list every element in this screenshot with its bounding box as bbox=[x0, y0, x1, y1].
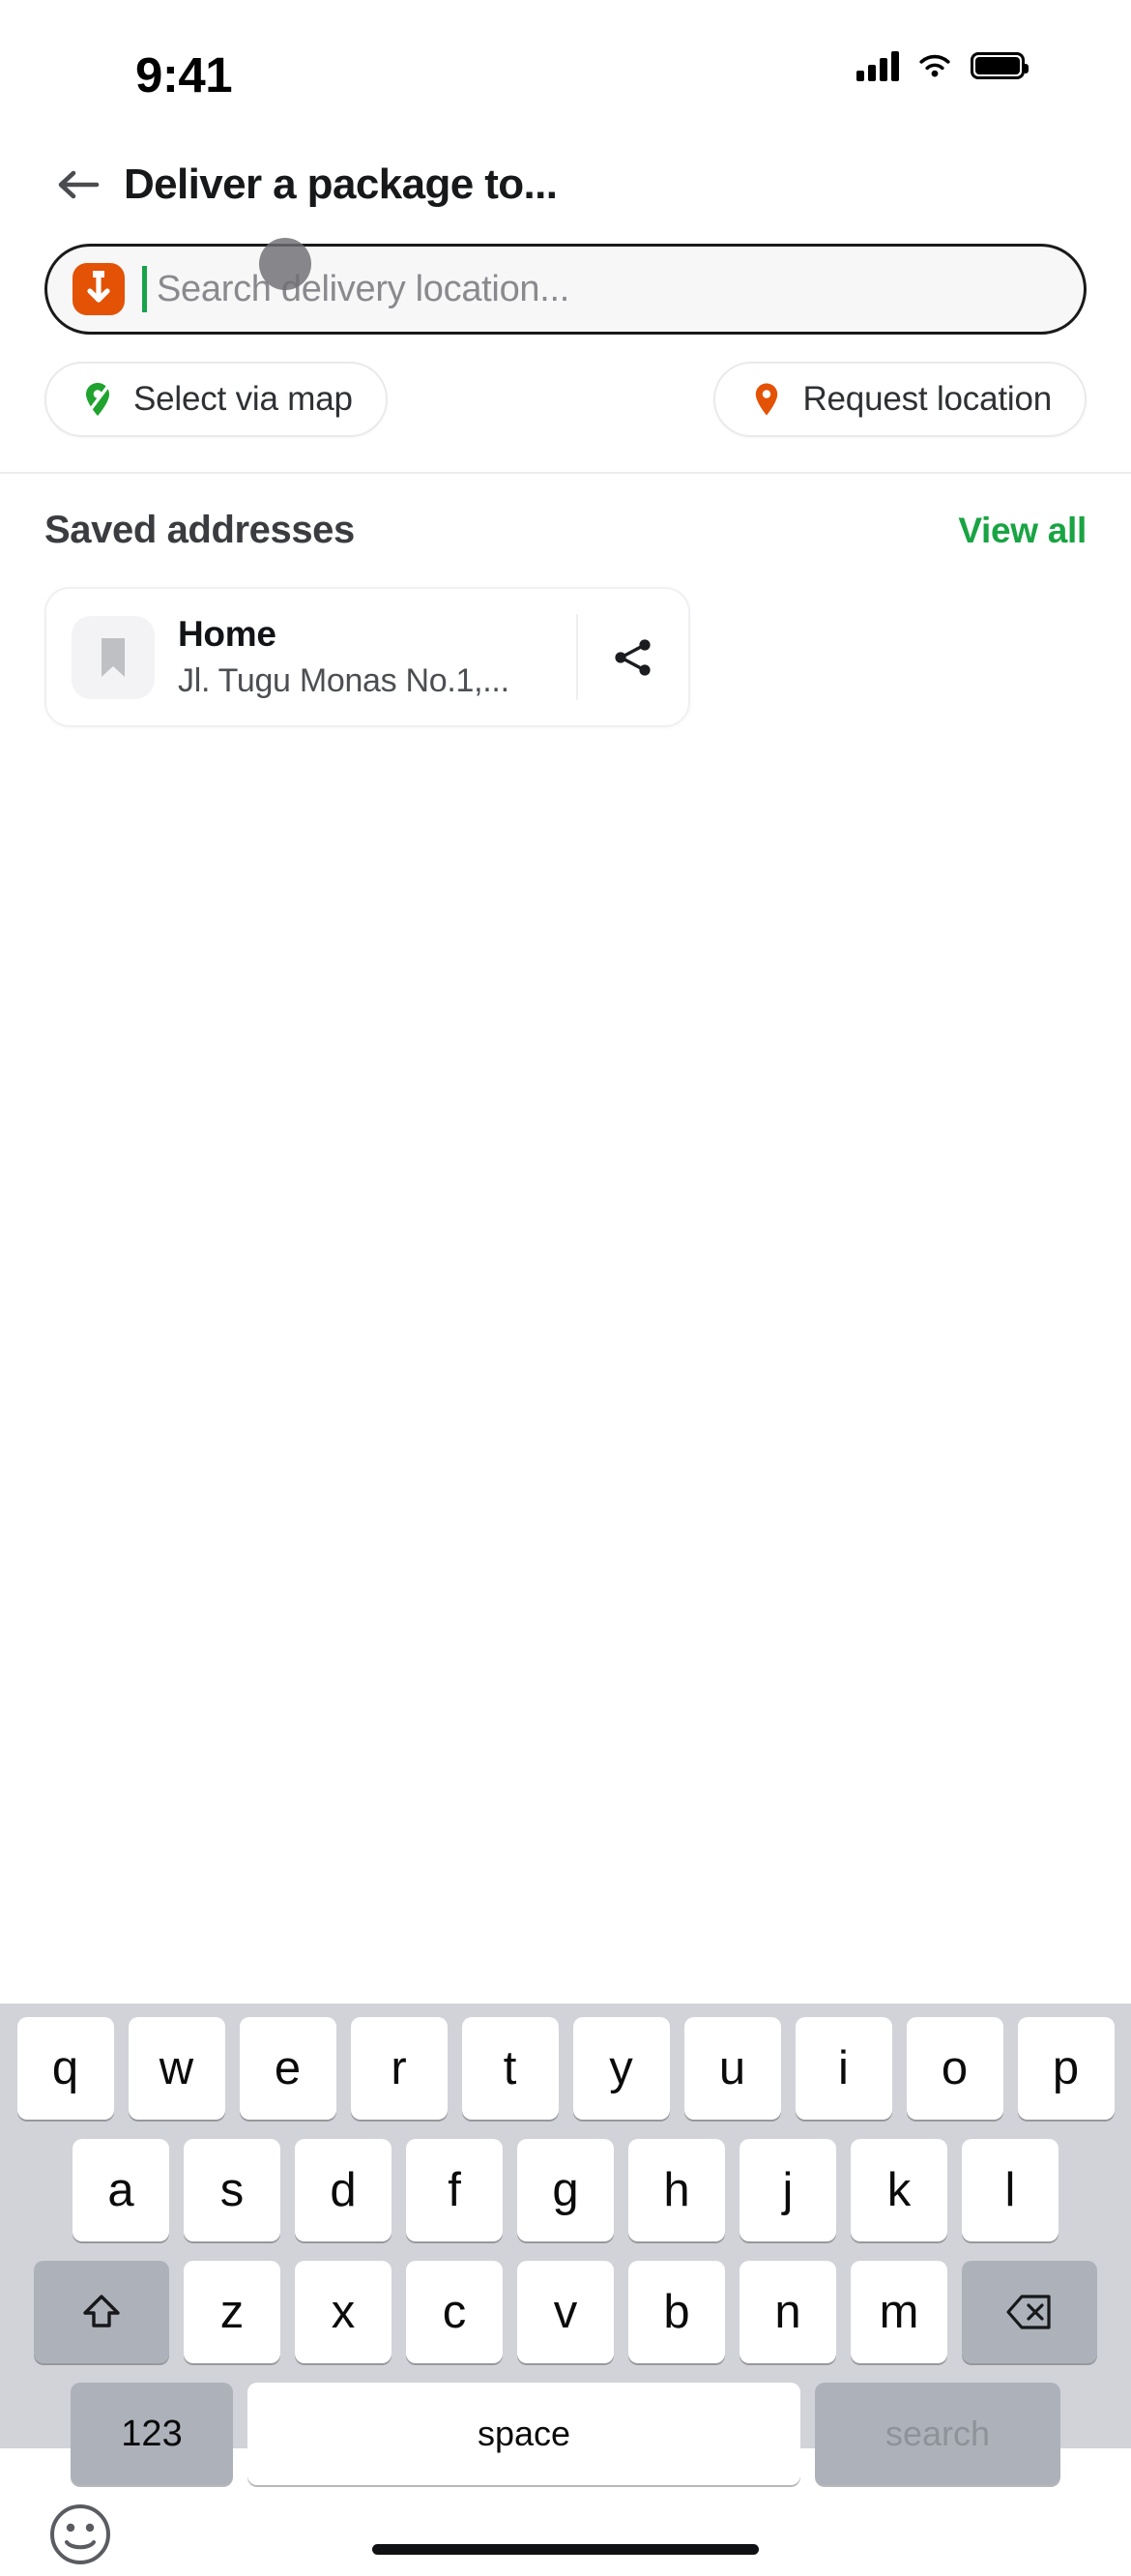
key-u[interactable]: u bbox=[683, 2017, 781, 2120]
package-drop-icon bbox=[72, 263, 125, 315]
key-c[interactable]: c bbox=[406, 2261, 503, 2363]
key-k[interactable]: k bbox=[851, 2139, 947, 2241]
key-x[interactable]: x bbox=[295, 2261, 392, 2363]
request-location-button[interactable]: Request location bbox=[713, 362, 1087, 437]
battery-icon bbox=[971, 52, 1029, 79]
location-pin-icon bbox=[756, 383, 778, 416]
share-address-button[interactable] bbox=[576, 614, 688, 700]
key-y[interactable]: y bbox=[572, 2017, 670, 2120]
key-t[interactable]: t bbox=[461, 2017, 559, 2120]
saved-addresses-list: Home Jl. Tugu Monas No.1,... bbox=[0, 552, 1131, 727]
search-return-key[interactable]: search bbox=[815, 2383, 1060, 2485]
key-z[interactable]: z bbox=[184, 2261, 280, 2363]
page-header: Deliver a package to... bbox=[0, 145, 1131, 224]
bookmark-icon bbox=[72, 615, 155, 699]
on-screen-keyboard[interactable]: q w e r t y u i o p a s d f g h j k l z … bbox=[0, 2004, 1131, 2564]
numbers-key[interactable]: 123 bbox=[71, 2383, 233, 2485]
back-arrow-icon[interactable] bbox=[54, 161, 102, 209]
select-via-map-label: Select via map bbox=[133, 380, 353, 418]
key-o[interactable]: o bbox=[906, 2017, 1003, 2120]
page-title: Deliver a package to... bbox=[124, 161, 558, 208]
space-key[interactable]: space bbox=[247, 2383, 800, 2485]
key-e[interactable]: e bbox=[239, 2017, 336, 2120]
key-s[interactable]: s bbox=[184, 2139, 280, 2241]
key-a[interactable]: a bbox=[72, 2139, 169, 2241]
backspace-icon bbox=[1006, 2295, 1051, 2329]
wifi-icon bbox=[919, 54, 950, 77]
key-h[interactable]: h bbox=[628, 2139, 725, 2241]
status-bar-indicators bbox=[856, 50, 1029, 81]
shift-key[interactable] bbox=[34, 2261, 169, 2363]
key-i[interactable]: i bbox=[795, 2017, 892, 2120]
home-indicator bbox=[372, 2544, 759, 2555]
keyboard-row-4: 123 space search bbox=[0, 2383, 1131, 2485]
key-m[interactable]: m bbox=[851, 2261, 947, 2363]
key-p[interactable]: p bbox=[1017, 2017, 1115, 2120]
saved-addresses-header: Saved addresses View all bbox=[0, 474, 1131, 552]
key-w[interactable]: w bbox=[128, 2017, 225, 2120]
search-delivery-location-field[interactable]: Search delivery location... bbox=[44, 244, 1087, 335]
keyboard-row-2: a s d f g h j k l bbox=[0, 2139, 1131, 2241]
key-q[interactable]: q bbox=[16, 2017, 114, 2120]
key-n[interactable]: n bbox=[740, 2261, 836, 2363]
quick-actions-row: Select via map Request location bbox=[0, 335, 1131, 437]
address-name: Home bbox=[178, 614, 276, 654]
request-location-label: Request location bbox=[802, 380, 1052, 418]
key-g[interactable]: g bbox=[517, 2139, 614, 2241]
emoji-icon[interactable] bbox=[44, 2499, 116, 2570]
share-icon bbox=[615, 638, 651, 676]
address-detail: Jl. Tugu Monas No.1,... bbox=[178, 662, 509, 699]
shift-icon bbox=[83, 2295, 120, 2327]
search-input[interactable]: Search delivery location... bbox=[157, 269, 569, 310]
status-bar: 9:41 bbox=[0, 0, 1131, 145]
key-r[interactable]: r bbox=[350, 2017, 448, 2120]
cellular-signal-icon bbox=[856, 50, 899, 81]
select-via-map-button[interactable]: Select via map bbox=[44, 362, 388, 437]
key-v[interactable]: v bbox=[517, 2261, 614, 2363]
keyboard-row-3: z x c v b n m bbox=[0, 2261, 1131, 2363]
view-all-link[interactable]: View all bbox=[958, 511, 1087, 551]
key-f[interactable]: f bbox=[406, 2139, 503, 2241]
saved-addresses-title: Saved addresses bbox=[44, 509, 355, 551]
address-text: Home Jl. Tugu Monas No.1,... bbox=[155, 614, 576, 700]
key-b[interactable]: b bbox=[628, 2261, 725, 2363]
key-d[interactable]: d bbox=[295, 2139, 392, 2241]
text-cursor bbox=[142, 266, 147, 312]
key-l[interactable]: l bbox=[962, 2139, 1058, 2241]
search-section: Search delivery location... bbox=[0, 224, 1131, 335]
status-bar-time: 9:41 bbox=[135, 47, 233, 102]
keyboard-row-1: q w e r t y u i o p bbox=[0, 2017, 1131, 2120]
map-pin-icon bbox=[86, 383, 110, 416]
key-j[interactable]: j bbox=[740, 2139, 836, 2241]
list-item[interactable]: Home Jl. Tugu Monas No.1,... bbox=[44, 587, 690, 727]
keyboard-bottom-bar bbox=[0, 2493, 1131, 2576]
backspace-key[interactable] bbox=[962, 2261, 1097, 2363]
